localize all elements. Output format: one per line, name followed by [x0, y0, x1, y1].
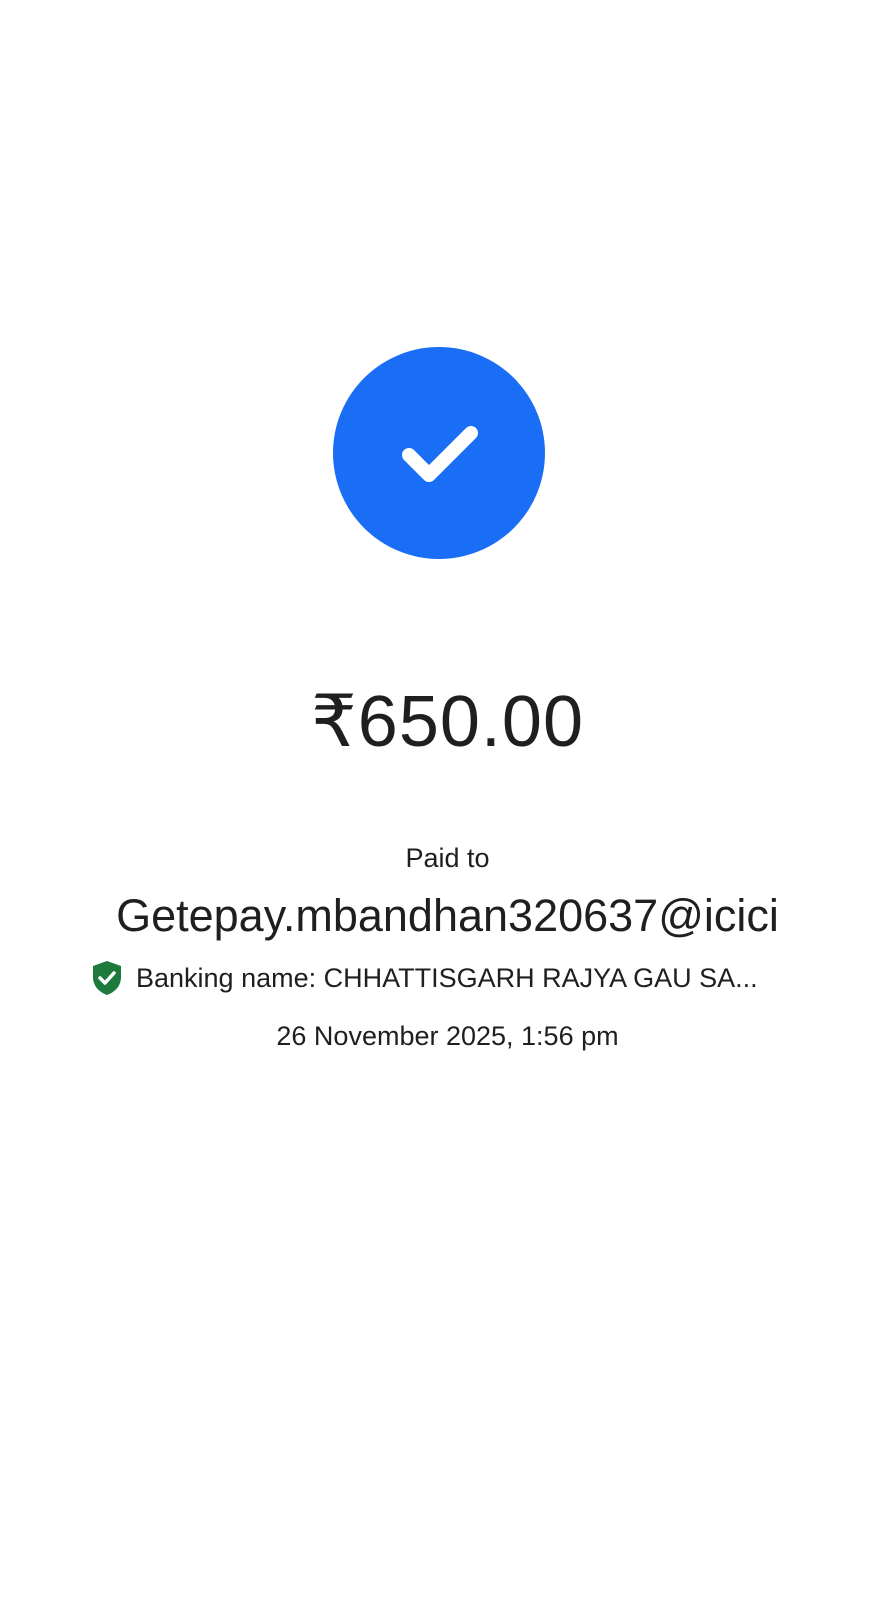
paid-to-label: Paid to — [405, 843, 490, 873]
check-icon — [402, 426, 478, 482]
payment-success-screen: ₹650.00 Paid to Getepay.mbandhan320637@i… — [0, 0, 895, 1599]
payment-timestamp: 26 November 2025, 1:56 pm — [276, 1021, 619, 1051]
payment-amount: ₹650.00 — [310, 682, 585, 762]
success-check-circle — [333, 347, 545, 559]
banking-name-text: Banking name: CHHATTISGARH RAJYA GAU SA.… — [136, 963, 758, 993]
payee-upi-id: Getepay.mbandhan320637@icici — [116, 890, 779, 941]
verified-shield-icon — [93, 961, 121, 995]
banking-name-row: Banking name: CHHATTISGARH RAJYA GAU SA.… — [90, 958, 805, 998]
